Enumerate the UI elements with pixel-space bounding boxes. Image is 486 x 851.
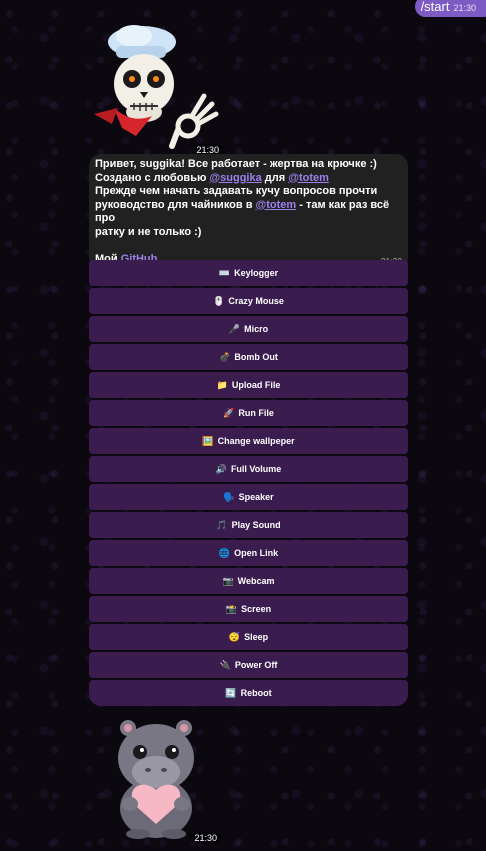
- button-emoji-icon: 😴: [228, 631, 241, 642]
- message-line: Создано с любовью @suggika для @totem: [95, 172, 402, 186]
- keyboard-button-bomb-out[interactable]: 💣 Bomb Out: [89, 344, 408, 370]
- button-label: Speaker: [238, 492, 274, 502]
- button-label: Upload File: [231, 380, 281, 390]
- keyboard-button-screen[interactable]: 📸 Screen: [89, 596, 408, 622]
- keyboard-button-speaker[interactable]: 🗣️ Speaker: [89, 484, 408, 510]
- message-line: Привет, suggika! Все работает - жертва н…: [95, 158, 377, 170]
- button-emoji-icon: 🎤: [228, 323, 241, 334]
- button-emoji-icon: 🎵: [216, 519, 228, 530]
- keyboard-button-full-volume[interactable]: 🔊 Full Volume: [89, 456, 408, 482]
- button-label: Reboot: [240, 688, 272, 698]
- mention-link[interactable]: @suggika: [209, 172, 261, 184]
- keyboard-button-sleep[interactable]: 😴 Sleep: [89, 624, 408, 650]
- outgoing-command-bubble: /start 21:30: [414, 0, 486, 17]
- mention-link[interactable]: @totem: [288, 172, 329, 184]
- keyboard-button-open-link[interactable]: 🌐 Open Link: [89, 540, 408, 566]
- button-emoji-icon: ⌨️: [218, 267, 231, 278]
- hippo-heart-icon: [118, 720, 194, 839]
- button-emoji-icon: 🔄: [225, 687, 237, 698]
- bot-message-bubble: Привет, suggika! Все работает - жертва н…: [89, 154, 408, 270]
- button-label: Webcam: [237, 576, 275, 586]
- mention-link[interactable]: @totem: [256, 199, 297, 211]
- button-label: Full Volume: [230, 464, 282, 474]
- button-label: Crazy Mouse: [228, 296, 284, 306]
- message-line: Прежде чем начать задавать кучу вопросов…: [95, 185, 378, 197]
- skull-chef-icon: [94, 25, 219, 149]
- button-emoji-icon: 🔊: [215, 463, 227, 474]
- keyboard-button-change-wallpeper[interactable]: 🖼️ Change wallpeper: [89, 428, 408, 454]
- message-line: руководство для чайников в @totem - там …: [95, 199, 402, 226]
- button-emoji-icon: 🌐: [218, 547, 231, 558]
- keyboard-button-run-file[interactable]: 🚀 Run File: [89, 400, 408, 426]
- keyboard-button-play-sound[interactable]: 🎵 Play Sound: [89, 512, 408, 538]
- hippo-heart-sticker[interactable]: 21:30: [100, 708, 222, 844]
- keyboard-button-keylogger[interactable]: ⌨️ Keylogger: [89, 260, 408, 286]
- button-emoji-icon: 🖼️: [202, 435, 214, 446]
- button-label: Open Link: [234, 548, 279, 558]
- keyboard-button-upload-file[interactable]: 📁 Upload File: [89, 372, 408, 398]
- keyboard-button-micro[interactable]: 🎤 Micro: [89, 316, 408, 342]
- button-label: Sleep: [244, 632, 269, 642]
- command-text: /start: [420, 0, 450, 14]
- keyboard-button-crazy-mouse[interactable]: 🖱️ Crazy Mouse: [89, 288, 408, 314]
- button-label: Change wallpeper: [217, 436, 295, 446]
- button-emoji-icon: 📷: [222, 575, 234, 586]
- button-label: Run File: [238, 408, 274, 418]
- button-emoji-icon: 💣: [219, 351, 231, 362]
- message-line: ратку и не только :): [95, 225, 202, 238]
- message-text: Создано с любовью: [95, 171, 210, 184]
- skull-chef-sticker[interactable]: 21:30: [92, 24, 224, 156]
- button-emoji-icon: 🔌: [219, 659, 231, 670]
- keyboard-button-webcam[interactable]: 📷 Webcam: [89, 568, 408, 594]
- button-emoji-icon: 🖱️: [213, 295, 225, 306]
- button-label: Keylogger: [234, 268, 279, 278]
- button-label: Micro: [244, 324, 269, 334]
- message-text: для: [261, 171, 289, 184]
- button-label: Power Off: [234, 660, 278, 670]
- keyboard-button-power-off[interactable]: 🔌 Power Off: [89, 652, 408, 678]
- button-label: Bomb Out: [234, 352, 278, 362]
- button-emoji-icon: 📸: [225, 603, 238, 614]
- button-emoji-icon: 🗣️: [223, 491, 235, 502]
- inline-keyboard: ⌨️ Keylogger 🖱️ Crazy Mouse 🎤 Micro 💣 Bomb Out 📁…: [89, 260, 408, 706]
- sticker-time: 21:30: [189, 832, 222, 844]
- message-text: руководство для чайников в: [95, 198, 256, 211]
- message-spacer: [95, 239, 402, 253]
- command-time: 21:30: [453, 3, 476, 13]
- button-label: Play Sound: [231, 520, 281, 530]
- button-emoji-icon: 🚀: [223, 407, 235, 418]
- keyboard-button-reboot[interactable]: 🔄 Reboot: [89, 680, 408, 706]
- button-label: Screen: [241, 604, 272, 614]
- button-emoji-icon: 📁: [216, 379, 228, 390]
